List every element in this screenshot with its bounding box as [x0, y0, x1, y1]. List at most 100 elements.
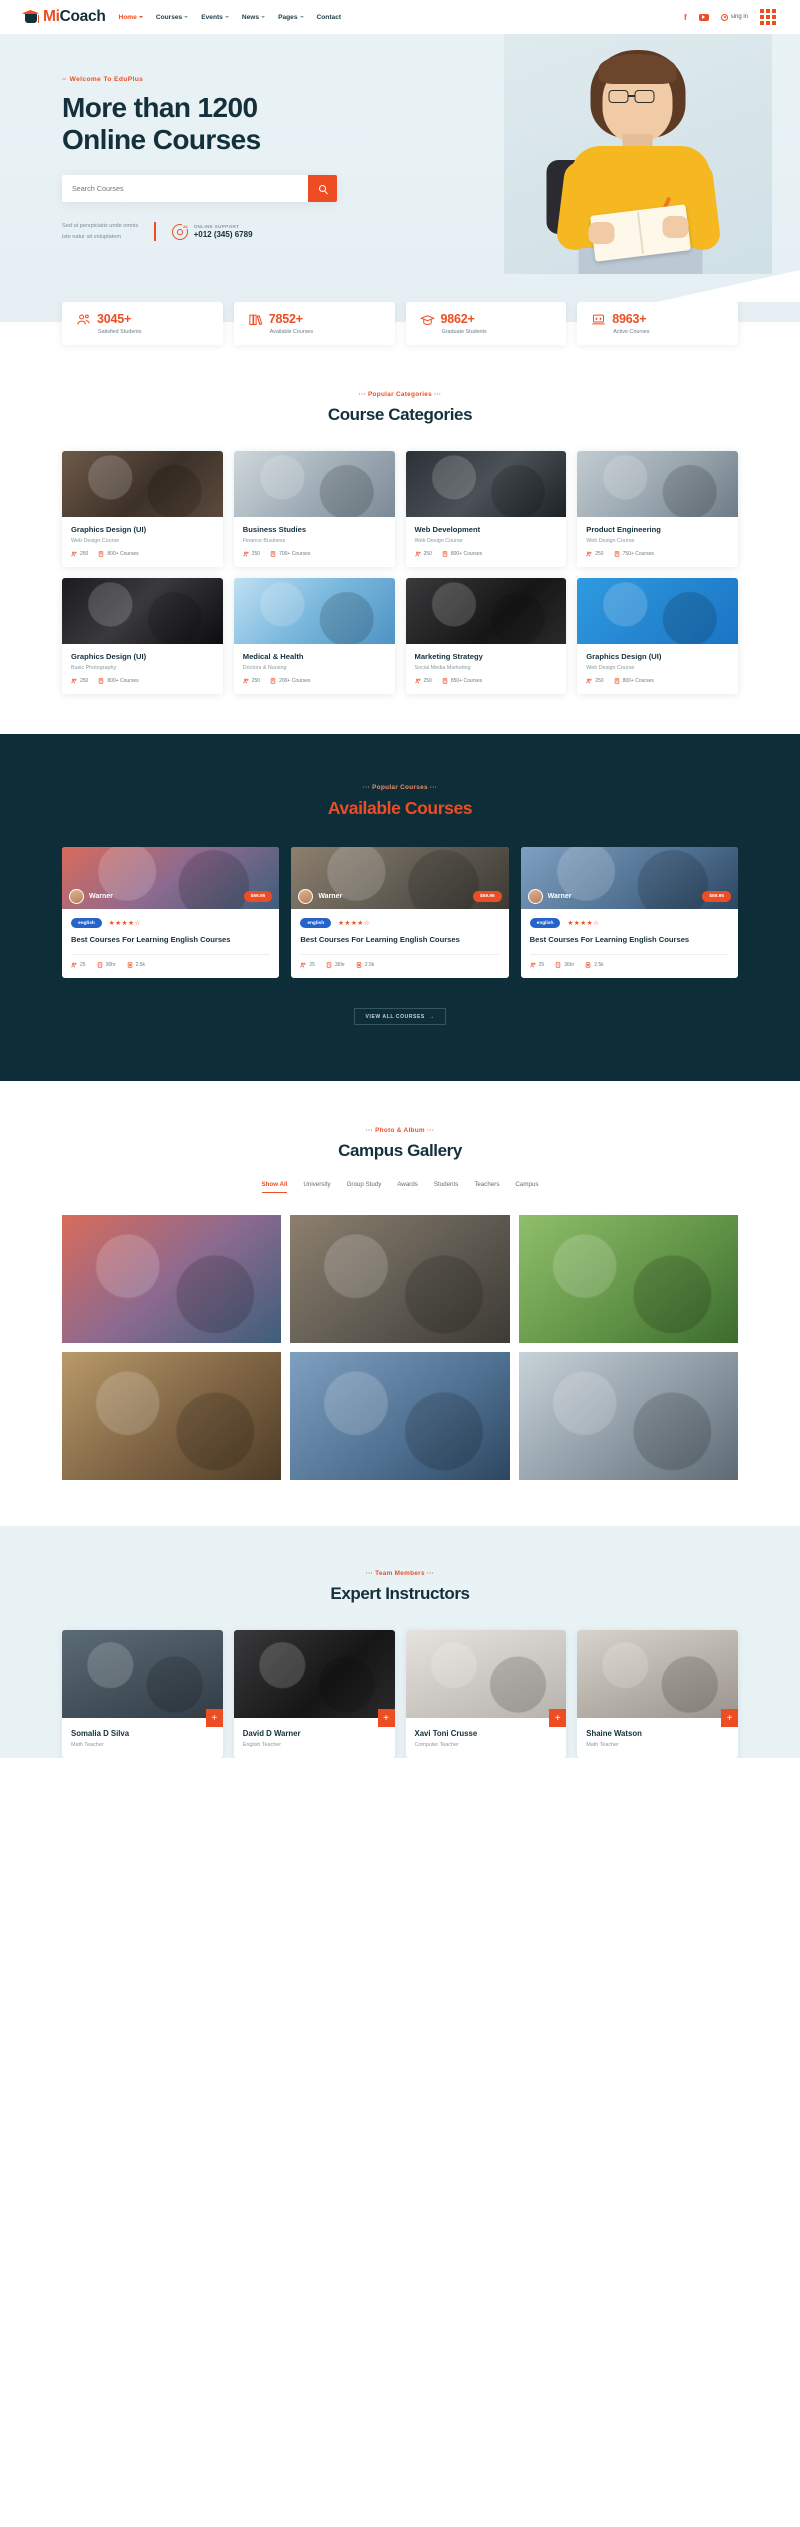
category-card[interactable]: Marketing Strategy Social Media Marketin…: [405, 578, 567, 694]
category-subtitle: Web Design Course: [586, 538, 635, 544]
nav-item-news[interactable]: News: [242, 14, 266, 21]
categories-heading: ··· Popular Categories ··· Course Catego…: [62, 391, 738, 425]
course-students-count: 25: [309, 962, 315, 969]
search-input[interactable]: [62, 175, 308, 203]
instructor-card[interactable]: + David D Warner English Teacher: [233, 1630, 395, 1759]
stat-number: 8963+: [612, 312, 647, 326]
category-card[interactable]: Graphics Design (UI) Web Design Course 2…: [577, 578, 738, 694]
instructor-card[interactable]: + Somalia D Silva Math Teacher: [62, 1630, 223, 1759]
stat-label: Active Courses: [613, 329, 650, 335]
category-courses-count: 750+ Courses: [622, 551, 654, 557]
course-card[interactable]: Warner $59.95 english ★★★★☆ Best Courses…: [520, 847, 738, 979]
sign-in-link[interactable]: sing in: [720, 13, 748, 21]
hero-content: ··· Welcome To EduPlus More than 1200 On…: [0, 34, 800, 242]
course-tag: english: [300, 918, 332, 928]
category-name: Graphics Design (UI): [586, 652, 662, 661]
nav-item-courses[interactable]: Courses: [156, 14, 189, 21]
nav-item-home[interactable]: Home: [119, 14, 143, 21]
gallery-filter-teachers[interactable]: Teachers: [474, 1181, 499, 1193]
users-icon: [586, 678, 592, 684]
brand-logo[interactable]: MiCoach: [22, 8, 106, 26]
instructors-eyebrow: ··· Team Members ···: [62, 1570, 738, 1577]
plus-icon[interactable]: +: [721, 1709, 738, 1728]
gallery-item[interactable]: [518, 1215, 738, 1344]
category-card[interactable]: Business Studies Finance Business 250 70…: [233, 451, 395, 567]
course-hours: 36hr: [97, 962, 116, 968]
nav-item-home-label: Home: [118, 13, 137, 21]
instructor-name: Shaine Watson: [586, 1729, 642, 1739]
gallery-filter-group-study[interactable]: Group Study: [347, 1181, 382, 1193]
category-students-count: 250: [595, 551, 604, 557]
eye-icon: [127, 962, 133, 969]
category-image: [577, 578, 738, 644]
clock-icon: [97, 962, 103, 969]
eyebrow-dashes: ···: [62, 76, 66, 83]
view-all-courses-button[interactable]: VIEW ALL COURSES →: [354, 1008, 446, 1026]
course-views-value: 2.5k: [594, 962, 604, 969]
gallery-item[interactable]: [290, 1352, 510, 1481]
gallery-filter-campus[interactable]: Campus: [515, 1181, 538, 1193]
instructor-card[interactable]: + Shaine Watson Math Teacher: [577, 1630, 738, 1759]
plus-icon[interactable]: +: [549, 1709, 567, 1728]
gallery-eyebrow-label: Photo & Album: [375, 1127, 425, 1135]
hero-eyebrow: ··· Welcome To EduPlus: [62, 76, 800, 83]
support-phone: +012 (345) 6789: [193, 230, 253, 240]
gallery-item[interactable]: [290, 1215, 510, 1344]
instructor-photo: +: [62, 1630, 223, 1728]
gallery-filter-university[interactable]: University: [303, 1181, 330, 1193]
gallery-item[interactable]: [62, 1215, 282, 1344]
category-card[interactable]: Medical & Health Doctors & Nursing 250 2…: [233, 578, 395, 694]
youtube-icon[interactable]: [698, 13, 709, 21]
gallery-filter-students[interactable]: Students: [434, 1181, 458, 1193]
category-students: 250: [71, 678, 88, 684]
category-courses-count: 200+ Courses: [279, 678, 311, 684]
brand-name: MiCoach: [43, 8, 106, 26]
nav-item-contact-label: Contact: [316, 13, 342, 21]
plus-icon[interactable]: +: [377, 1709, 395, 1728]
nav-item-events[interactable]: Events: [201, 14, 229, 21]
facebook-icon[interactable]: f: [684, 13, 687, 22]
gallery-filter-show-all[interactable]: Show All: [261, 1181, 288, 1194]
users-icon: [414, 678, 421, 684]
category-courses: 700+ Courses: [270, 551, 310, 557]
nav-item-contact[interactable]: Contact: [317, 14, 342, 21]
eye-icon: [356, 962, 362, 969]
course-instructor: Warner: [318, 892, 343, 900]
gallery-item[interactable]: [62, 1352, 282, 1481]
gallery-item[interactable]: [518, 1352, 738, 1481]
category-card[interactable]: Product Engineering Web Design Course 25…: [577, 451, 738, 567]
user-circle-icon: [720, 13, 728, 21]
instructor-name: David D Warner: [242, 1729, 301, 1739]
grid-menu-icon[interactable]: [760, 9, 776, 25]
category-subtitle: Basic Photography: [71, 665, 117, 671]
users-icon: [243, 678, 249, 684]
book-icon: [442, 551, 448, 557]
category-card[interactable]: Web Development Web Design Course 250 80…: [405, 451, 567, 567]
gallery-filter-awards[interactable]: Awards: [397, 1181, 418, 1193]
eye-icon: [585, 962, 591, 969]
avatar: [69, 888, 84, 904]
support-info[interactable]: ONLINE SUPPORT +012 (345) 6789: [171, 223, 253, 240]
category-subtitle: Web Design Course: [414, 538, 463, 544]
search-button[interactable]: [308, 175, 337, 203]
headset-support-icon: [171, 223, 189, 240]
books-icon: [248, 313, 263, 326]
category-courses: 800+ Courses: [98, 678, 139, 684]
stats-row: 3045+ Satisfied Students 7852+ Available…: [62, 302, 738, 345]
course-tag: english: [71, 918, 102, 928]
course-card[interactable]: Warner $59.95 english ★★★★☆ Best Courses…: [291, 847, 509, 979]
book-icon: [98, 678, 104, 684]
course-title: Best Courses For Learning English Course…: [300, 935, 460, 944]
users-icon: [71, 678, 77, 684]
nav-item-pages[interactable]: Pages: [278, 14, 304, 21]
category-students-count: 250: [80, 551, 89, 557]
course-image: Warner $59.95: [291, 847, 509, 909]
laptop-code-icon: [591, 313, 606, 326]
category-card[interactable]: Graphics Design (UI) Basic Photography 2…: [62, 578, 223, 694]
instructor-card[interactable]: + Xavi Toni Crusse Computer Teacher: [405, 1630, 567, 1759]
category-card[interactable]: Graphics Design (UI) Web Design Course 2…: [62, 451, 223, 567]
course-card[interactable]: Warner $59.95 english ★★★★☆ Best Courses…: [62, 847, 280, 979]
category-image: [62, 578, 223, 644]
hero-eyebrow-label: Welcome To EduPlus: [69, 76, 144, 83]
plus-icon[interactable]: +: [205, 1709, 223, 1728]
